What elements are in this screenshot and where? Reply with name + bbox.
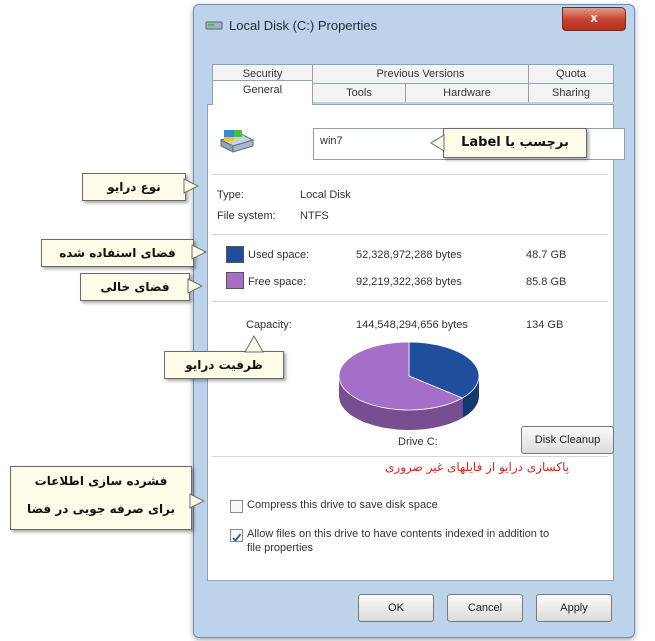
drive-icon (205, 21, 223, 30)
compress-callout-line1: فشرده سازی اطلاعات (34, 474, 168, 488)
disk-cleanup-button[interactable]: Disk Cleanup (521, 426, 614, 454)
used-space-callout: فضای استفاده شده (41, 239, 194, 267)
free-space-gb: 85.8 GB (526, 276, 567, 288)
callout-pointer-icon (189, 493, 205, 509)
used-space-bytes: 52,328,972,288 bytes (356, 249, 462, 261)
free-space-swatch (226, 272, 244, 289)
ok-button[interactable]: OK (358, 594, 434, 622)
capacity-gb: 134 GB (526, 319, 564, 331)
tab-tools[interactable]: Tools (312, 83, 406, 102)
tab-sharing[interactable]: Sharing (528, 83, 614, 102)
apply-button[interactable]: Apply (536, 594, 612, 622)
callout-pointer-icon (244, 335, 264, 353)
compress-label: Compress this drive to save disk space (247, 499, 438, 511)
file-system-label: File system: (217, 210, 276, 222)
volume-label-value: win7 (320, 135, 343, 147)
disk-usage-pie-chart (338, 341, 480, 430)
separator (212, 301, 608, 302)
drive-label: Drive C: (398, 436, 438, 448)
cancel-button[interactable]: Cancel (447, 594, 523, 622)
separator (212, 234, 608, 235)
title-bar: Local Disk (C:) Properties x (194, 5, 634, 47)
free-space-callout: فضای خالی (80, 273, 190, 301)
file-system-value: NTFS (300, 210, 329, 222)
type-value: Local Disk (300, 189, 351, 201)
close-button[interactable]: x (562, 7, 626, 31)
compress-checkbox[interactable] (230, 500, 243, 513)
type-label: Type: (217, 189, 244, 201)
used-space-gb: 48.7 GB (526, 249, 567, 261)
index-label-line2: file properties (247, 542, 314, 554)
tab-previous-versions[interactable]: Previous Versions (312, 64, 529, 83)
tab-quota[interactable]: Quota (528, 64, 614, 83)
used-space-label: Used space: (248, 249, 310, 261)
drive-type-callout: نوع درایو (82, 173, 186, 201)
index-label-line1: Allow files on this drive to have conten… (247, 528, 550, 540)
index-checkbox[interactable] (230, 529, 243, 542)
checkmark-icon (232, 533, 242, 542)
label-callout: برچسب یا Label (443, 128, 587, 158)
callout-pointer-icon (430, 134, 445, 152)
capacity-callout: ظرفیت درایو (164, 351, 284, 379)
tab-hardware[interactable]: Hardware (405, 83, 529, 102)
separator (212, 456, 608, 457)
callout-pointer-icon (191, 244, 207, 260)
capacity-bytes: 144,548,294,656 bytes (356, 319, 468, 331)
compress-callout: فشرده سازی اطلاعات برای صرفه جویی در فضا (10, 466, 192, 530)
cleanup-note-annotation: پاکسازی درایو از فایلهای غیر ضروری (385, 460, 570, 474)
capacity-label: Capacity: (246, 319, 292, 331)
free-space-bytes: 92,219,322,368 bytes (356, 276, 462, 288)
free-space-label: Free space: (248, 276, 307, 288)
compress-callout-line2: برای صرفه جویی در فضا (26, 502, 176, 516)
window-title: Local Disk (C:) Properties (229, 18, 378, 33)
tab-general[interactable]: General (212, 80, 313, 105)
separator (212, 174, 608, 175)
used-space-swatch (226, 246, 244, 263)
callout-pointer-icon (187, 278, 203, 294)
hard-drive-icon (219, 130, 255, 153)
callout-pointer-icon (183, 178, 199, 194)
